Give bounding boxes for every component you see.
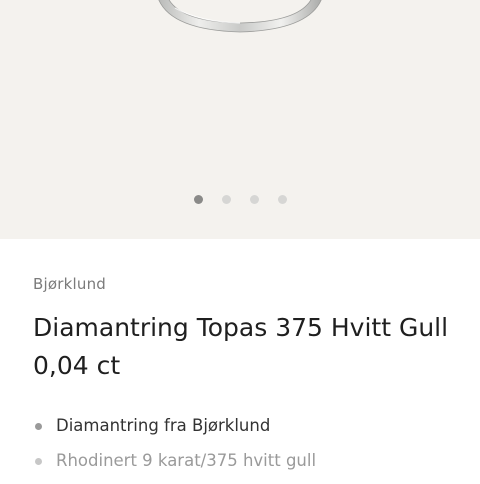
carousel-dot-1[interactable] (194, 195, 203, 204)
product-title: Diamantring Topas 375 Hvitt Gull 0,04 ct (33, 313, 449, 380)
feature-text: Diamantring fra Bjørklund (56, 416, 271, 435)
bullet-icon (35, 423, 42, 430)
feature-text: Rhodinert 9 karat/375 hvitt gull (56, 451, 317, 470)
feature-item: Diamantring fra Bjørklund (33, 414, 316, 449)
product-image-gallery[interactable] (0, 0, 480, 239)
brand-name[interactable]: Bjørklund (33, 275, 106, 293)
carousel-indicator (0, 195, 480, 205)
carousel-dot-2[interactable] (222, 195, 231, 204)
carousel-dot-4[interactable] (278, 195, 287, 204)
bullet-icon (35, 458, 42, 465)
product-feature-list: Diamantring fra Bjørklund Rhodinert 9 ka… (33, 414, 316, 484)
feature-item: Rhodinert 9 karat/375 hvitt gull (33, 449, 316, 484)
carousel-dot-3[interactable] (250, 195, 259, 204)
